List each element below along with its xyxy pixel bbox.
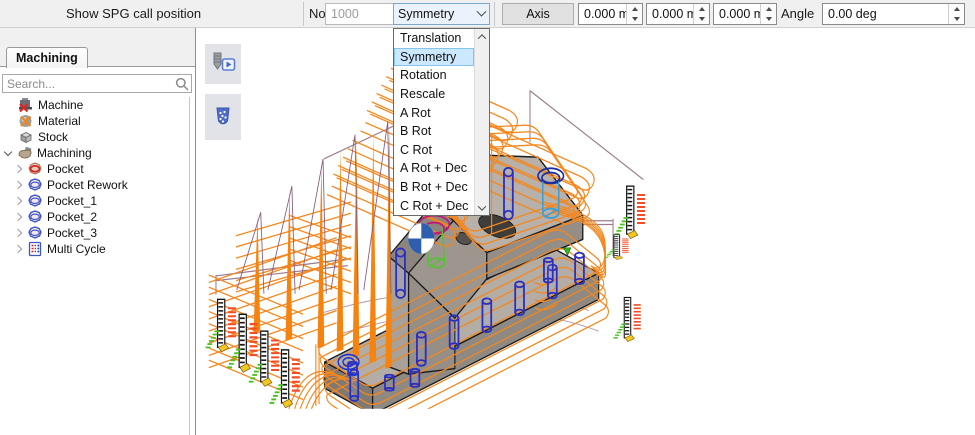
toolbar-separator	[494, 2, 495, 26]
tree-item-label: Pocket_1	[47, 194, 97, 208]
option-symmetry[interactable]: Symmetry	[394, 48, 474, 67]
pocket-blue-icon	[27, 193, 43, 209]
pocket-red-icon	[27, 161, 43, 177]
tree-item-multi-cycle[interactable]: Multi Cycle	[0, 241, 189, 257]
pocket-blue-icon	[27, 225, 43, 241]
option-a-rot[interactable]: A Rot	[394, 103, 474, 122]
transform-type-select[interactable]: Symmetry	[393, 3, 490, 25]
option-rescale[interactable]: Rescale	[394, 85, 474, 104]
toolbar: Show SPG call position No 1000 Symmetry …	[0, 0, 975, 28]
cam-application-window: Show SPG call position No 1000 Symmetry …	[0, 0, 975, 435]
tree-item-label: Machine	[38, 98, 83, 112]
tree-item-material[interactable]: Material	[0, 113, 189, 129]
tree-item-label: Pocket_3	[47, 226, 97, 240]
offset-z-input[interactable]: 0.000 mm	[713, 3, 777, 25]
offset-x-value: 0.000 mm	[579, 4, 626, 24]
scroll-down-icon[interactable]	[475, 200, 489, 215]
origin-marker[interactable]	[408, 223, 434, 254]
chevron-right-icon[interactable]	[14, 229, 22, 237]
dropdown-scrollbar[interactable]	[474, 29, 489, 215]
chevron-down-icon	[477, 6, 487, 16]
sidebar-search	[2, 74, 192, 93]
drill-play-icon	[210, 51, 236, 77]
option-rotation[interactable]: Rotation	[394, 66, 474, 85]
chevron-right-icon[interactable]	[14, 245, 22, 253]
show-spg-label: Show SPG call position	[66, 6, 201, 21]
chevron-right-icon[interactable]	[14, 213, 22, 221]
search-input[interactable]	[3, 77, 173, 91]
sidebar-tab-strip: Machining	[0, 28, 195, 67]
machining-3d-scene[interactable]	[196, 28, 975, 435]
multi-cycle-icon	[27, 241, 43, 257]
chevron-right-icon[interactable]	[14, 181, 22, 189]
transform-options-list: Translation Symmetry Rotation Rescale A …	[394, 29, 474, 215]
tree-item-stock[interactable]: Stock	[0, 129, 189, 145]
tree-item-pocket-rework[interactable]: Pocket Rework	[0, 177, 189, 193]
stock-icon	[18, 129, 34, 145]
option-translation[interactable]: Translation	[394, 29, 474, 48]
viewport-3d[interactable]	[197, 28, 975, 435]
operations-tree: Machine Material Stock Machining Pocket	[0, 97, 190, 435]
tree-item-machining[interactable]: Machining	[0, 145, 189, 161]
angle-input[interactable]: 0.00 deg	[822, 3, 965, 25]
chevron-down-icon[interactable]	[4, 148, 12, 156]
offset-z-spin-buttons[interactable]	[760, 4, 776, 24]
simulate-tool-button[interactable]	[205, 44, 241, 84]
tree-item-pocket-3[interactable]: Pocket_3	[0, 225, 189, 241]
tree-item-label: Material	[38, 114, 81, 128]
chevron-right-icon[interactable]	[14, 165, 22, 173]
tool-holder-button[interactable]	[205, 94, 241, 140]
angle-value: 0.00 deg	[823, 4, 948, 24]
tree-item-label: Pocket Rework	[47, 178, 128, 192]
material-icon	[18, 113, 34, 129]
search-icon[interactable]	[173, 77, 191, 91]
machining-icon	[17, 145, 33, 161]
transform-options-dropdown: Translation Symmetry Rotation Rescale A …	[393, 28, 490, 216]
option-c-rot[interactable]: C Rot	[394, 141, 474, 160]
tree-item-label: Pocket	[47, 162, 84, 176]
tab-machining-label: Machining	[16, 51, 78, 65]
tab-machining[interactable]: Machining	[6, 47, 88, 68]
pocket-blue-icon	[27, 209, 43, 225]
option-a-rot-dec[interactable]: A Rot + Dec	[394, 159, 474, 178]
toolbar-separator	[303, 2, 304, 26]
axis-button[interactable]: Axis	[502, 3, 574, 25]
option-b-rot[interactable]: B Rot	[394, 122, 474, 141]
tree-item-machine[interactable]: Machine	[0, 97, 189, 113]
angle-label: Angle	[781, 6, 814, 21]
offset-y-spin-buttons[interactable]	[693, 4, 709, 24]
angle-spin-buttons[interactable]	[948, 4, 964, 24]
chevron-right-icon[interactable]	[14, 197, 22, 205]
offset-z-value: 0.000 mm	[714, 4, 760, 24]
scroll-up-icon[interactable]	[475, 29, 489, 44]
tree-item-label: Multi Cycle	[47, 242, 106, 256]
no-label: No	[309, 6, 326, 21]
offset-y-value: 0.000 mm	[647, 4, 693, 24]
tree-item-pocket-2[interactable]: Pocket_2	[0, 209, 189, 225]
offset-y-input[interactable]: 0.000 mm	[646, 3, 710, 25]
tree-item-pocket[interactable]: Pocket	[0, 161, 189, 177]
option-b-rot-dec[interactable]: B Rot + Dec	[394, 178, 474, 197]
tree-item-label: Stock	[38, 130, 68, 144]
sidebar: Machining Machine Material Stock	[0, 28, 196, 435]
offset-x-input[interactable]: 0.000 mm	[578, 3, 643, 25]
machine-icon	[18, 97, 34, 113]
offset-x-spin-buttons[interactable]	[626, 4, 642, 24]
tree-item-label: Machining	[37, 146, 92, 160]
tree-item-label: Pocket_2	[47, 210, 97, 224]
transform-type-value: Symmetry	[398, 7, 454, 21]
option-c-rot-dec[interactable]: C Rot + Dec	[394, 196, 474, 215]
tree-item-pocket-1[interactable]: Pocket_1	[0, 193, 189, 209]
shield-dots-icon	[210, 104, 236, 130]
pocket-blue-icon	[27, 177, 43, 193]
